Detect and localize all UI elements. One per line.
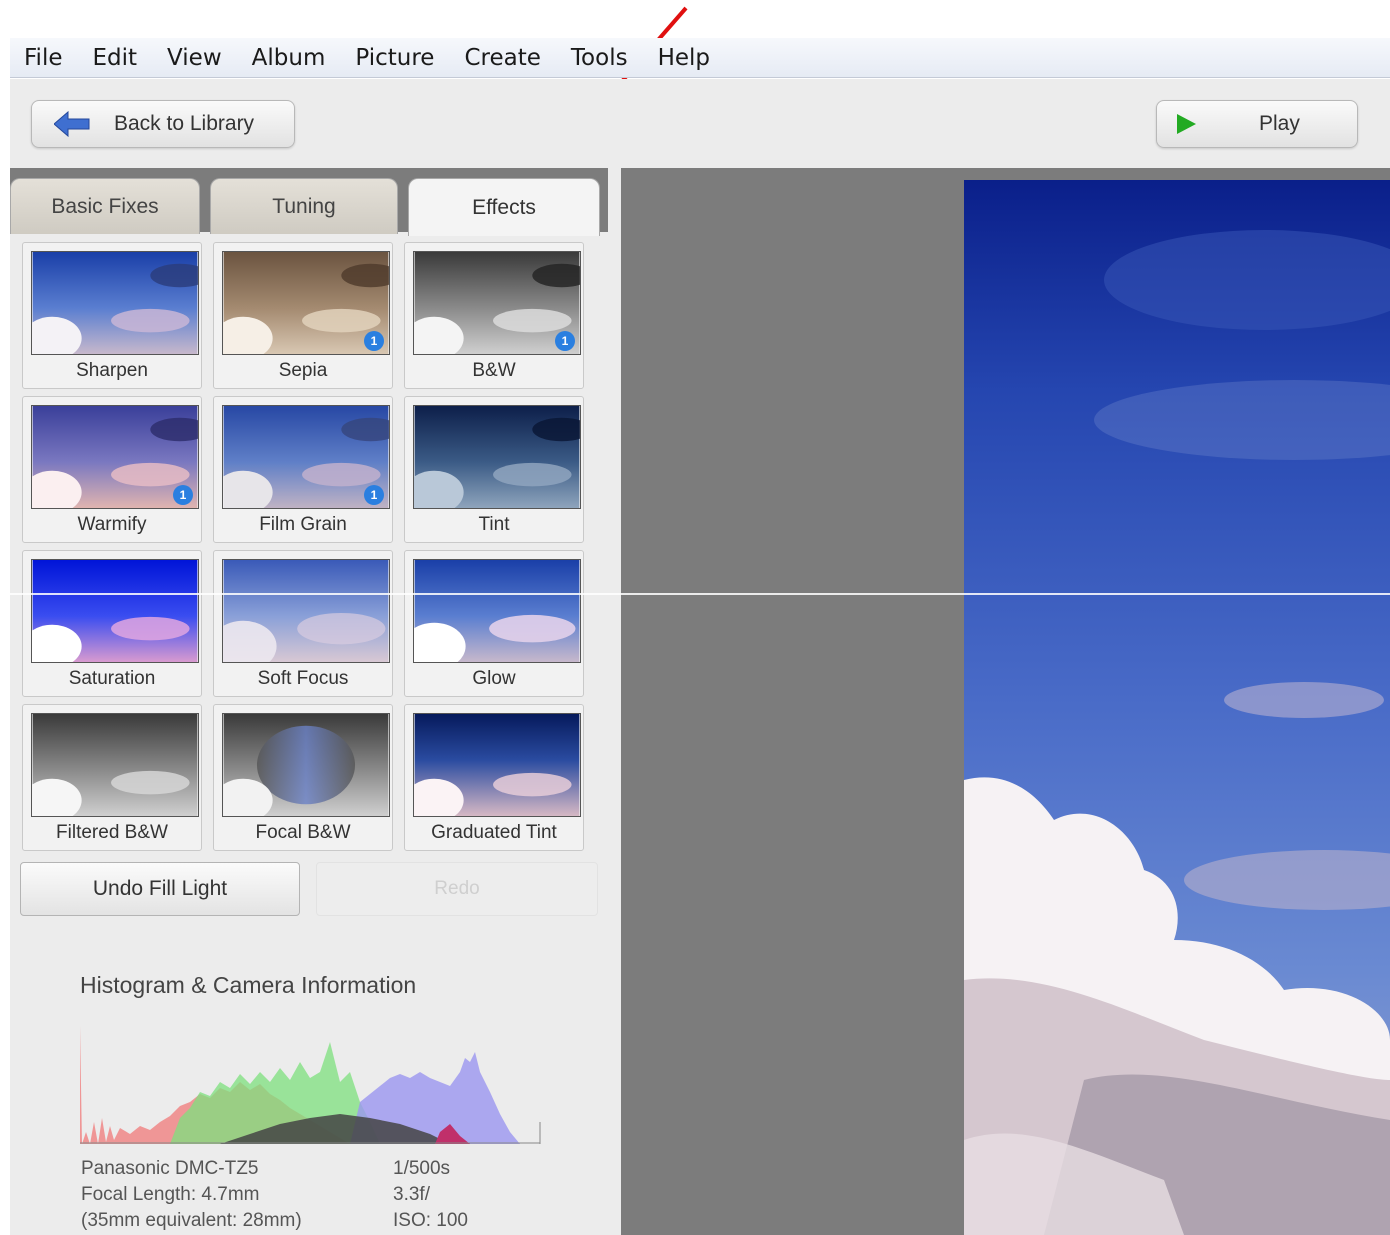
camera-info-right: 1/500s 3.3f/ ISO: 100 <box>393 1156 468 1234</box>
effect-thumbnail <box>31 559 199 663</box>
focal-length: Focal Length: 4.7mm <box>81 1184 260 1205</box>
effect-label: Graduated Tint <box>431 822 557 843</box>
effect-tint[interactable]: Tint <box>404 396 584 543</box>
effect-focal-bw[interactable]: Focal B&W <box>213 704 393 851</box>
effect-label: B&W <box>472 360 516 381</box>
camera-info-left: Panasonic DMC-TZ5 Focal Length: 4.7mm (3… <box>81 1156 302 1234</box>
effect-sepia[interactable]: 1 Sepia <box>213 242 393 389</box>
menu-bar: File Edit View Album Picture Create Tool… <box>10 38 1390 78</box>
applied-count-badge: 1 <box>555 331 575 351</box>
effect-film-grain[interactable]: 1 Film Grain <box>213 396 393 543</box>
effect-label: Focal B&W <box>255 822 351 843</box>
toolbar: Back to Library Play <box>10 79 1390 168</box>
menu-edit[interactable]: Edit <box>93 45 138 71</box>
photo-canvas <box>621 168 1390 1235</box>
effect-label: Sepia <box>278 360 328 381</box>
effect-thumbnail <box>31 713 199 817</box>
edit-panel: Basic Fixes Tuning Effects Sharpen 1 Sep… <box>10 168 610 1235</box>
back-to-library-button[interactable]: Back to Library <box>31 100 295 148</box>
tab-tuning[interactable]: Tuning <box>210 178 398 234</box>
menu-help[interactable]: Help <box>658 45 710 71</box>
effect-graduated-tint[interactable]: Graduated Tint <box>404 704 584 851</box>
play-label: Play <box>1259 112 1300 135</box>
effect-bw[interactable]: 1 B&W <box>404 242 584 389</box>
play-icon <box>1177 114 1196 134</box>
effect-saturation[interactable]: Saturation <box>22 550 202 697</box>
menu-tools[interactable]: Tools <box>571 45 628 71</box>
panel-divider[interactable] <box>610 168 621 1235</box>
redo-button[interactable]: Redo <box>316 862 598 916</box>
effect-soft-focus[interactable]: Soft Focus <box>213 550 393 697</box>
effect-thumbnail <box>222 713 390 817</box>
main-photo <box>964 180 1390 1235</box>
effect-sharpen[interactable]: Sharpen <box>22 242 202 389</box>
applied-count-badge: 1 <box>364 485 384 505</box>
effect-thumbnail <box>413 559 581 663</box>
back-to-library-label: Back to Library <box>114 112 255 135</box>
iso: ISO: 100 <box>393 1210 468 1231</box>
effect-warmify[interactable]: 1 Warmify <box>22 396 202 543</box>
undo-button[interactable]: Undo Fill Light <box>20 862 300 916</box>
tab-basic-fixes[interactable]: Basic Fixes <box>10 178 200 234</box>
effect-label: Filtered B&W <box>56 822 168 843</box>
menu-create[interactable]: Create <box>464 45 540 71</box>
effect-glow[interactable]: Glow <box>404 550 584 697</box>
effect-label: Warmify <box>77 514 147 535</box>
back-arrow-icon <box>54 111 90 137</box>
effect-label: Glow <box>472 668 516 689</box>
effect-label: Saturation <box>68 668 156 689</box>
tab-effects[interactable]: Effects <box>408 178 600 236</box>
effect-thumbnail <box>31 251 199 355</box>
applied-count-badge: 1 <box>173 485 193 505</box>
effect-thumbnail <box>413 405 581 509</box>
menu-picture[interactable]: Picture <box>355 45 434 71</box>
histogram-title: Histogram & Camera Information <box>80 972 417 998</box>
effect-filtered-bw[interactable]: Filtered B&W <box>22 704 202 851</box>
histogram <box>80 1022 542 1144</box>
menu-album[interactable]: Album <box>252 45 326 71</box>
effect-label: Soft Focus <box>257 668 349 689</box>
effect-thumbnail <box>222 559 390 663</box>
effect-label: Tint <box>478 514 510 535</box>
menu-file[interactable]: File <box>24 45 63 71</box>
play-button[interactable]: Play <box>1156 100 1358 148</box>
effect-label: Sharpen <box>76 360 148 381</box>
effect-label: Film Grain <box>259 514 347 535</box>
shutter-speed: 1/500s <box>393 1158 451 1179</box>
tab-bar: Basic Fixes Tuning Effects <box>10 168 608 236</box>
applied-count-badge: 1 <box>364 331 384 351</box>
camera-model: Panasonic DMC-TZ5 <box>81 1158 259 1179</box>
focal-equivalent: (35mm equivalent: 28mm) <box>81 1210 302 1231</box>
menu-view[interactable]: View <box>167 45 222 71</box>
aperture: 3.3f/ <box>393 1184 430 1205</box>
effect-thumbnail <box>413 713 581 817</box>
